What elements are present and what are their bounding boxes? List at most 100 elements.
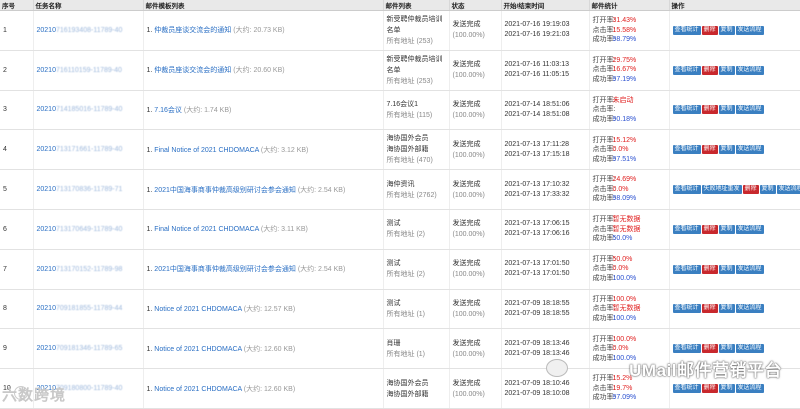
- task-name-link[interactable]: 20210713170649-11789-40: [33, 209, 144, 250]
- task-name-link[interactable]: 20210713170836-11789-71: [33, 169, 144, 210]
- view-stats-button[interactable]: 查看统计: [672, 65, 701, 75]
- click-rate: 0.0%: [612, 345, 629, 353]
- click-rate: 0.0%: [612, 185, 629, 193]
- delete-button[interactable]: 删除: [701, 224, 718, 234]
- copy-button[interactable]: 复制: [718, 264, 735, 274]
- task-name-rest: 716110159-11789-40: [55, 66, 122, 74]
- view-stats-button[interactable]: 查看统计: [672, 304, 701, 314]
- row-seq: 3: [0, 90, 34, 131]
- view-stats-button[interactable]: 查看统计: [672, 264, 701, 274]
- copy-button[interactable]: 复制: [718, 145, 735, 155]
- header-stats[interactable]: 邮件统计: [589, 0, 670, 11]
- delete-button[interactable]: 删除: [701, 304, 718, 314]
- send-flow-button[interactable]: 发送流程: [735, 65, 764, 75]
- view-stats-button[interactable]: 查看统计: [672, 105, 701, 115]
- template-title-link[interactable]: 2021中国海事商事仲裁高级别研讨会参会通知: [154, 187, 296, 194]
- delete-button[interactable]: 删除: [701, 105, 718, 115]
- task-name-prefix: 20210: [36, 345, 56, 353]
- template-title-link[interactable]: 2021中国海事商事仲裁高级别研讨会参会通知: [154, 266, 296, 273]
- send-flow-button[interactable]: 发送流程: [735, 105, 764, 115]
- copy-button[interactable]: 复制: [718, 25, 735, 35]
- ops-cell: 查看统计 删除 复制 发送流程: [669, 249, 800, 290]
- view-stats-button[interactable]: 查看统计: [672, 145, 701, 155]
- view-stats-button[interactable]: 查看统计: [672, 224, 701, 234]
- stats-cell: 打开率:50.0% 点击率:0.0% 成功率:100.0%: [589, 249, 670, 290]
- start-time: 2021-07-09 18:10:46: [504, 379, 570, 387]
- view-stats-button[interactable]: 查看统计: [672, 185, 701, 195]
- delete-button[interactable]: 删除: [701, 384, 718, 394]
- send-flow-button[interactable]: 发送流程: [735, 344, 764, 354]
- template-title-link[interactable]: Notice of 2021 CHDOMACA: [154, 346, 242, 353]
- copy-button[interactable]: 复制: [718, 384, 735, 394]
- row-seq: 2: [0, 50, 34, 91]
- resend-failed-button[interactable]: 失败地址重发: [701, 185, 742, 195]
- end-time: 2021-07-14 18:51:08: [504, 110, 570, 118]
- view-stats-button[interactable]: 查看统计: [672, 344, 701, 354]
- table-row: 7 20210713170152-11789-98 1. 2021中国海事商事仲…: [0, 249, 800, 290]
- mailing-cell: 7.16会议1 所有地址 (115): [383, 90, 450, 131]
- template-title-link[interactable]: Final Notice of 2021 CHDOMACA: [154, 147, 259, 154]
- task-name-rest: 713170152-11789-98: [55, 265, 123, 273]
- mailing-address-count: 所有地址 (1): [386, 310, 426, 318]
- start-time: 2021-07-16 11:03:13: [504, 61, 569, 69]
- header-mailing[interactable]: 邮件列表: [383, 0, 450, 11]
- task-name-link[interactable]: 20210709181346-11789-65: [33, 328, 144, 370]
- wechat-icon: [546, 359, 568, 377]
- copy-button[interactable]: 复制: [718, 105, 735, 115]
- task-name-link[interactable]: 20210716110159-11789-40: [33, 50, 144, 91]
- template-title-link[interactable]: Notice of 2021 CHDOMACA: [154, 306, 242, 313]
- header-template[interactable]: 邮件模板列表: [143, 0, 384, 11]
- view-stats-button[interactable]: 查看统计: [672, 25, 701, 35]
- copy-button[interactable]: 复制: [718, 304, 735, 314]
- open-rate-label: 打开率:: [592, 295, 616, 303]
- view-stats-button[interactable]: 查看统计: [672, 384, 701, 394]
- send-flow-button[interactable]: 发送流程: [776, 185, 799, 195]
- task-name-link[interactable]: 20210714185016-11789-40: [33, 90, 144, 131]
- template-number: 1.: [146, 305, 153, 313]
- end-time: 2021-07-13 17:01:50: [504, 270, 570, 278]
- task-name-link[interactable]: 20210716193408-11789-40: [33, 10, 144, 51]
- row-seq: 5: [0, 169, 34, 210]
- copy-button[interactable]: 复制: [718, 224, 735, 234]
- status-percent: (100.00%): [452, 271, 485, 279]
- delete-button[interactable]: 删除: [701, 264, 718, 274]
- open-rate: 24.69%: [612, 176, 637, 184]
- delete-button[interactable]: 删除: [701, 25, 718, 35]
- mailing-list-name: 测试: [386, 220, 401, 228]
- task-name-link[interactable]: 20210713171661-11789-40: [33, 129, 144, 171]
- send-flow-button[interactable]: 发送流程: [735, 264, 764, 274]
- send-flow-button[interactable]: 发送流程: [735, 145, 764, 155]
- send-flow-button[interactable]: 发送流程: [735, 304, 764, 314]
- delete-button[interactable]: 删除: [742, 185, 759, 195]
- template-title-link[interactable]: Notice of 2021 CHDOMACA: [154, 386, 242, 393]
- send-flow-button[interactable]: 发送流程: [735, 384, 764, 394]
- mailing-cell: 测试 所有地址 (1): [383, 289, 450, 330]
- template-title-link[interactable]: 7.16会议: [154, 107, 182, 114]
- mailing-cell: 海协国外会员 海协国外部籍 所有地址 (470): [383, 129, 450, 171]
- delete-button[interactable]: 删除: [701, 65, 718, 75]
- copy-button[interactable]: 复制: [718, 65, 735, 75]
- template-size: (大约: 3.12 KB): [260, 146, 309, 154]
- delete-button[interactable]: 删除: [701, 344, 718, 354]
- header-task[interactable]: 任务名称: [33, 0, 144, 11]
- template-size: (大约: 20.73 KB): [233, 27, 285, 35]
- time-cell: 2021-07-16 19:19:03 2021-07-16 19:21:03: [501, 10, 590, 51]
- template-title-link[interactable]: 仲裁员座谈交流会的通知: [154, 27, 231, 34]
- ops-cell: 查看统计 删除 复制 发送流程: [669, 289, 800, 330]
- task-name-link[interactable]: 20210713170152-11789-98: [33, 249, 144, 290]
- end-time: 2021-07-13 17:15:18: [504, 150, 570, 158]
- task-name-link[interactable]: 20210709181855-11789-44: [33, 289, 144, 330]
- copy-button[interactable]: 复制: [718, 344, 735, 354]
- template-title-link[interactable]: Final Notice of 2021 CHDOMACA: [154, 226, 259, 233]
- success-rate-label: 成功率:: [592, 36, 616, 44]
- copy-button[interactable]: 复制: [759, 185, 776, 195]
- mailing-address-count: 所有地址 (253): [386, 77, 433, 85]
- header-status[interactable]: 状态: [449, 0, 502, 11]
- header-seq[interactable]: 序号: [0, 0, 34, 11]
- success-rate: 98.79%: [612, 36, 637, 44]
- send-flow-button[interactable]: 发送流程: [735, 25, 764, 35]
- send-flow-button[interactable]: 发送流程: [735, 224, 764, 234]
- delete-button[interactable]: 删除: [701, 145, 718, 155]
- template-title-link[interactable]: 仲裁员座谈交流会的通知: [154, 67, 231, 74]
- header-time[interactable]: 开始/结束时间: [501, 0, 590, 11]
